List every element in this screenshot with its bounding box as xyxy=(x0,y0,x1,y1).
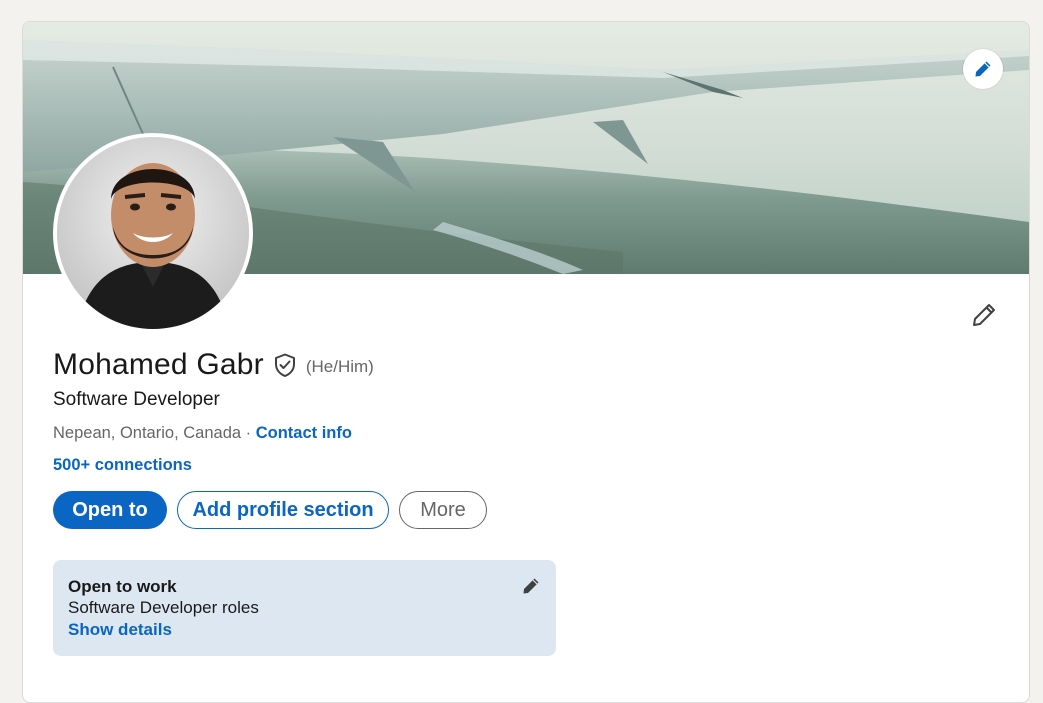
open-to-work-roles: Software Developer roles xyxy=(68,598,259,617)
edit-open-to-work-button[interactable] xyxy=(519,574,543,598)
profile-headline: Software Developer xyxy=(53,389,220,410)
profile-card: Mohamed Gabr (He/Him) Software Developer… xyxy=(22,21,1030,703)
profile-photo-avatar[interactable] xyxy=(53,133,253,333)
open-to-work-card: Open to work Software Developer roles Sh… xyxy=(53,560,556,656)
open-to-button[interactable]: Open to xyxy=(53,491,167,529)
pencil-icon xyxy=(523,578,539,594)
location-row: Nepean, Ontario, Canada · Contact info xyxy=(53,424,352,443)
profile-name: Mohamed Gabr xyxy=(53,348,264,381)
pronouns: (He/Him) xyxy=(305,357,374,376)
edit-background-button[interactable] xyxy=(963,49,1003,89)
edit-intro-button[interactable] xyxy=(967,298,1001,332)
separator-dot: · xyxy=(241,424,256,442)
pencil-icon xyxy=(975,61,991,77)
name-row: Mohamed Gabr (He/Him) xyxy=(53,348,374,382)
pencil-icon xyxy=(973,304,995,326)
more-button[interactable]: More xyxy=(399,491,487,529)
connections-link[interactable]: 500+ connections xyxy=(53,456,192,475)
add-profile-section-button[interactable]: Add profile section xyxy=(177,491,389,529)
contact-info-link[interactable]: Contact info xyxy=(256,424,352,442)
location: Nepean, Ontario, Canada xyxy=(53,424,242,442)
shield-check-icon[interactable] xyxy=(272,352,298,378)
open-to-work-title: Open to work xyxy=(68,577,177,596)
show-details-link[interactable]: Show details xyxy=(68,620,172,640)
